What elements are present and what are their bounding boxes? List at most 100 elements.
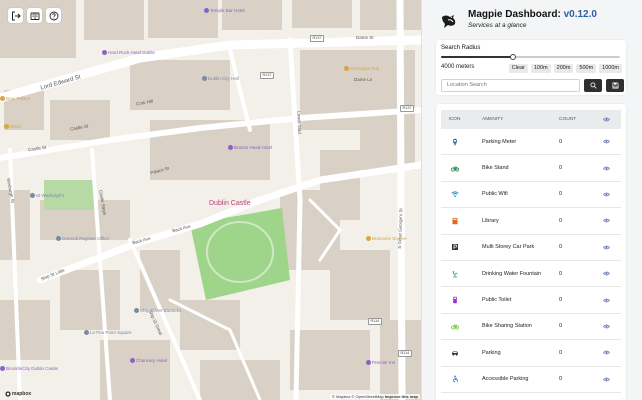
- panel-header: Magpie Dashboard: v0.12.0 Services at a …: [422, 0, 642, 40]
- slider-thumb[interactable]: [509, 54, 516, 60]
- map-poi[interactable]: Le Peu Point Square: [84, 330, 132, 336]
- save-icon: [612, 82, 618, 89]
- map-poi[interactable]: Premier Inn: [366, 360, 395, 366]
- eye-icon: [602, 245, 610, 250]
- table-row[interactable]: Public Toilet 0: [441, 287, 621, 314]
- amenity-count: 0: [559, 165, 563, 172]
- map-poi[interactable]: Brazen Head Hotel: [228, 145, 272, 151]
- location-search-input[interactable]: [441, 79, 580, 92]
- car-icon: [451, 351, 458, 356]
- toilet-icon: [452, 296, 457, 304]
- map-poi[interactable]: Temple Bar Hotel: [204, 8, 245, 14]
- castle-label[interactable]: Dublin Castle: [209, 200, 251, 207]
- poi-label: Chancery Hotel: [136, 358, 168, 363]
- map-poi[interactable]: Bistro: [4, 124, 22, 130]
- road-shield: R137: [310, 35, 325, 42]
- logout-button[interactable]: [8, 8, 23, 23]
- amenity-icon-cell: [441, 217, 468, 225]
- logout-icon: [11, 11, 21, 20]
- amenity-name: Parking: [482, 349, 501, 356]
- visibility-toggle[interactable]: [591, 324, 621, 329]
- visibility-toggle[interactable]: [591, 218, 621, 223]
- header-count[interactable]: COUNT: [545, 117, 591, 122]
- search-radius-slider[interactable]: [441, 54, 620, 60]
- eye-icon: [602, 117, 610, 122]
- poi-label: Bray Palace: [6, 96, 31, 101]
- map-poi[interactable]: Kennedys Pub: [344, 66, 379, 72]
- poi-label: Le Peu Point Square: [90, 330, 132, 335]
- mapbox-logo[interactable]: mapbox: [5, 391, 31, 397]
- help-button[interactable]: [46, 8, 61, 23]
- visibility-toggle[interactable]: [591, 166, 621, 171]
- preset-100m-button[interactable]: 100m: [530, 64, 551, 73]
- save-button[interactable]: [606, 79, 624, 92]
- table-row[interactable]: Bike Sharing Station 0: [441, 314, 621, 341]
- map-poi[interactable]: BrooklinCity Dublin Castle: [0, 366, 58, 372]
- table-row[interactable]: Library 0: [441, 208, 621, 235]
- visibility-toggle[interactable]: [591, 245, 621, 250]
- map-view[interactable]: Dame St Dame Ln Lord Edward St Castle St…: [0, 0, 421, 400]
- map-poi[interactable]: Brasserie Square: [366, 236, 407, 242]
- amenity-icon-cell: [441, 349, 468, 357]
- table-row[interactable]: Public Wifi 0: [441, 182, 621, 209]
- table-row[interactable]: Accessible Parking 0: [441, 367, 621, 393]
- eye-icon: [602, 377, 610, 382]
- amenity-icon-cell: [441, 270, 468, 278]
- map-controls: [8, 8, 61, 23]
- app-root: Dame St Dame Ln Lord Edward St Castle St…: [0, 0, 642, 400]
- library-icon: [452, 217, 457, 225]
- preset-1000m-button[interactable]: 1000m: [599, 64, 622, 73]
- search-button[interactable]: [584, 79, 602, 92]
- preset-500m-button[interactable]: 500m: [576, 64, 597, 73]
- table-row[interactable]: Bike Stand 0: [441, 155, 621, 182]
- map-attribution: © Mapbox © OpenStreetMap Improve this ma…: [330, 394, 420, 399]
- amenity-name: Public Toilet: [482, 297, 512, 304]
- wifi-icon: [451, 191, 458, 198]
- poi-label: Bistro: [10, 124, 22, 129]
- table-row[interactable]: Multi Storey Car Park 0: [441, 235, 621, 261]
- location-search-row: [441, 79, 624, 92]
- map-poi[interactable]: Chancery Hotel: [130, 358, 168, 364]
- app-subtitle: Services at a glance: [468, 22, 527, 29]
- preset-200m-button[interactable]: 200m: [553, 64, 574, 73]
- table-row[interactable]: Drinking Water Fountain 0: [441, 261, 621, 288]
- amenity-name: Library: [482, 217, 499, 224]
- table-row[interactable]: Parking Meter 0: [441, 129, 621, 156]
- poi-label: Temple Bar Hotel: [210, 8, 245, 13]
- bike-stand-icon: [450, 166, 459, 172]
- poi-label: Hard Rock Hotel Dublin: [108, 50, 156, 55]
- header-amenity[interactable]: AMENITY: [468, 117, 545, 122]
- amenity-count: 0: [559, 376, 563, 383]
- header-visibility[interactable]: [591, 117, 621, 122]
- visibility-toggle[interactable]: [591, 377, 621, 382]
- table-row[interactable]: Parking 0: [441, 340, 621, 367]
- map-poi[interactable]: Ship Street Barracks: [134, 308, 182, 314]
- poi-label: Ship Street Barracks: [140, 308, 182, 313]
- visibility-toggle[interactable]: [591, 192, 621, 197]
- amenity-icon-cell: [441, 375, 468, 383]
- map-poi[interactable]: Bray Palace: [0, 96, 31, 102]
- map-poi[interactable]: Dublin City Hall: [202, 76, 239, 82]
- visibility-toggle[interactable]: [591, 139, 621, 144]
- amenity-name: Bike Sharing Station: [482, 323, 532, 330]
- clear-button[interactable]: Clear: [508, 64, 528, 73]
- mapbox-logo-icon: [5, 391, 11, 397]
- amenity-name: Multi Storey Car Park: [482, 244, 535, 251]
- visibility-toggle[interactable]: [591, 271, 621, 276]
- amenity-icon-cell: [441, 296, 468, 304]
- poi-label: Brasserie Square: [372, 236, 407, 241]
- mapbox-logo-text: mapbox: [12, 391, 32, 397]
- eye-icon: [602, 166, 610, 170]
- map-poi[interactable]: General Register Office: [56, 236, 109, 242]
- visibility-toggle[interactable]: [591, 350, 621, 355]
- map-poi[interactable]: Hard Rock Hotel Dublin: [102, 50, 156, 56]
- road-shield: R114: [398, 350, 412, 357]
- slider-fill: [441, 56, 513, 58]
- map-poi[interactable]: St Werburgh's: [30, 193, 64, 199]
- title-block: Magpie Dashboard: v0.12.0 Services at a …: [468, 10, 597, 30]
- improve-map-link[interactable]: Improve this map: [385, 394, 418, 399]
- docs-button[interactable]: [27, 8, 42, 23]
- magpie-logo-icon: [442, 15, 456, 28]
- visibility-toggle[interactable]: [591, 298, 621, 303]
- poi-marker-icon: [366, 360, 371, 366]
